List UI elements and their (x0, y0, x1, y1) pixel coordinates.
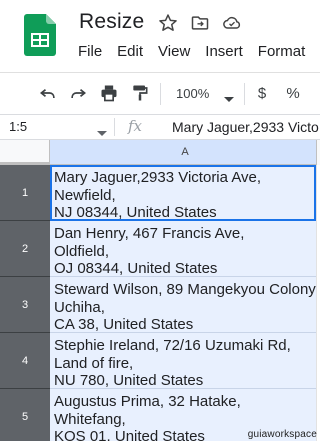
row-header[interactable]: 4 (0, 333, 50, 389)
table-cell[interactable]: Dan Henry, 467 Francis Ave, Oldfield, OJ… (50, 221, 316, 277)
menu-edit[interactable]: Edit (117, 43, 143, 60)
menu-format[interactable]: Format (258, 43, 306, 60)
paint-format-icon[interactable] (128, 81, 152, 105)
menu-file[interactable]: File (78, 43, 102, 60)
fx-icon: fx (128, 117, 143, 135)
zoom-select[interactable]: 100% (176, 81, 236, 105)
move-to-folder-icon[interactable] (188, 11, 212, 35)
star-icon[interactable] (156, 11, 180, 35)
cell-line: Augustus Prima, 32 Hatake, (54, 393, 241, 410)
formula-input[interactable]: Mary Jaguer,2933 Victo (172, 119, 319, 135)
print-icon[interactable] (97, 81, 121, 105)
row-header[interactable]: 3 (0, 277, 50, 333)
column-header-b[interactable] (316, 140, 320, 165)
cell-line: Dan Henry, 467 Francis Ave, (54, 225, 245, 242)
percent-format-button[interactable]: % (285, 81, 301, 105)
table-cell-b[interactable] (316, 333, 320, 389)
cell-line: NJ 08344, United States (54, 204, 217, 221)
document-title[interactable]: Resize (79, 10, 144, 34)
row-header[interactable]: 5 (0, 389, 50, 441)
cell-line: Steward Wilson, 89 Mangekyou Colony, (54, 281, 319, 298)
table-cell[interactable]: Steward Wilson, 89 Mangekyou Colony, Uch… (50, 277, 319, 333)
cell-line: Oldfield, (54, 242, 110, 260)
cell-line: CA 38, United States (54, 316, 194, 333)
title-bar: Resize File Edit View Insert Format (0, 0, 320, 72)
cell-line: Land of fire, (54, 354, 134, 372)
undo-icon[interactable] (36, 81, 60, 105)
cell-line: OJ 08344, United States (54, 260, 218, 277)
table-cell-b[interactable] (316, 277, 320, 333)
toolbar: 100% $ % (0, 72, 320, 114)
cell-line: Uchiha, (54, 298, 105, 316)
column-header-a[interactable]: A (50, 140, 320, 165)
cell-line: Whitefang, (54, 410, 126, 428)
table-cell-b[interactable] (316, 221, 320, 277)
zoom-value: 100% (176, 85, 210, 101)
select-all-corner[interactable] (0, 140, 50, 165)
table-cell-b[interactable] (316, 165, 320, 221)
row-header[interactable]: 1 (0, 165, 50, 221)
table-cell[interactable]: Stephie Ireland, 72/16 Uzumaki Rd, Land … (50, 333, 316, 389)
cell-line: Newfield, (54, 186, 116, 204)
table-cell[interactable]: Mary Jaguer,2933 Victoria Ave, Newfield,… (50, 165, 316, 221)
currency-format-button[interactable]: $ (254, 81, 270, 105)
formula-bar: 1:5 fx Mary Jaguer,2933 Victo (0, 114, 320, 140)
watermark-text: guiaworkspace (247, 429, 317, 440)
menu-view[interactable]: View (158, 43, 190, 60)
cell-line: NU 780, United States (54, 372, 204, 389)
chevron-down-icon (224, 90, 234, 108)
spreadsheet-grid: A 1 Mary Jaguer,2933 Victoria Ave, Newfi… (0, 140, 320, 441)
menu-insert[interactable]: Insert (205, 43, 243, 60)
redo-icon[interactable] (66, 81, 90, 105)
menu-bar: File Edit View Insert Format (78, 43, 320, 60)
sheets-logo-icon[interactable] (24, 14, 56, 56)
cloud-status-icon[interactable] (220, 11, 244, 35)
cell-line: Stephie Ireland, 72/16 Uzumaki Rd, (54, 337, 291, 354)
cell-line: Mary Jaguer,2933 Victoria Ave, (54, 169, 262, 186)
row-header[interactable]: 2 (0, 221, 50, 277)
